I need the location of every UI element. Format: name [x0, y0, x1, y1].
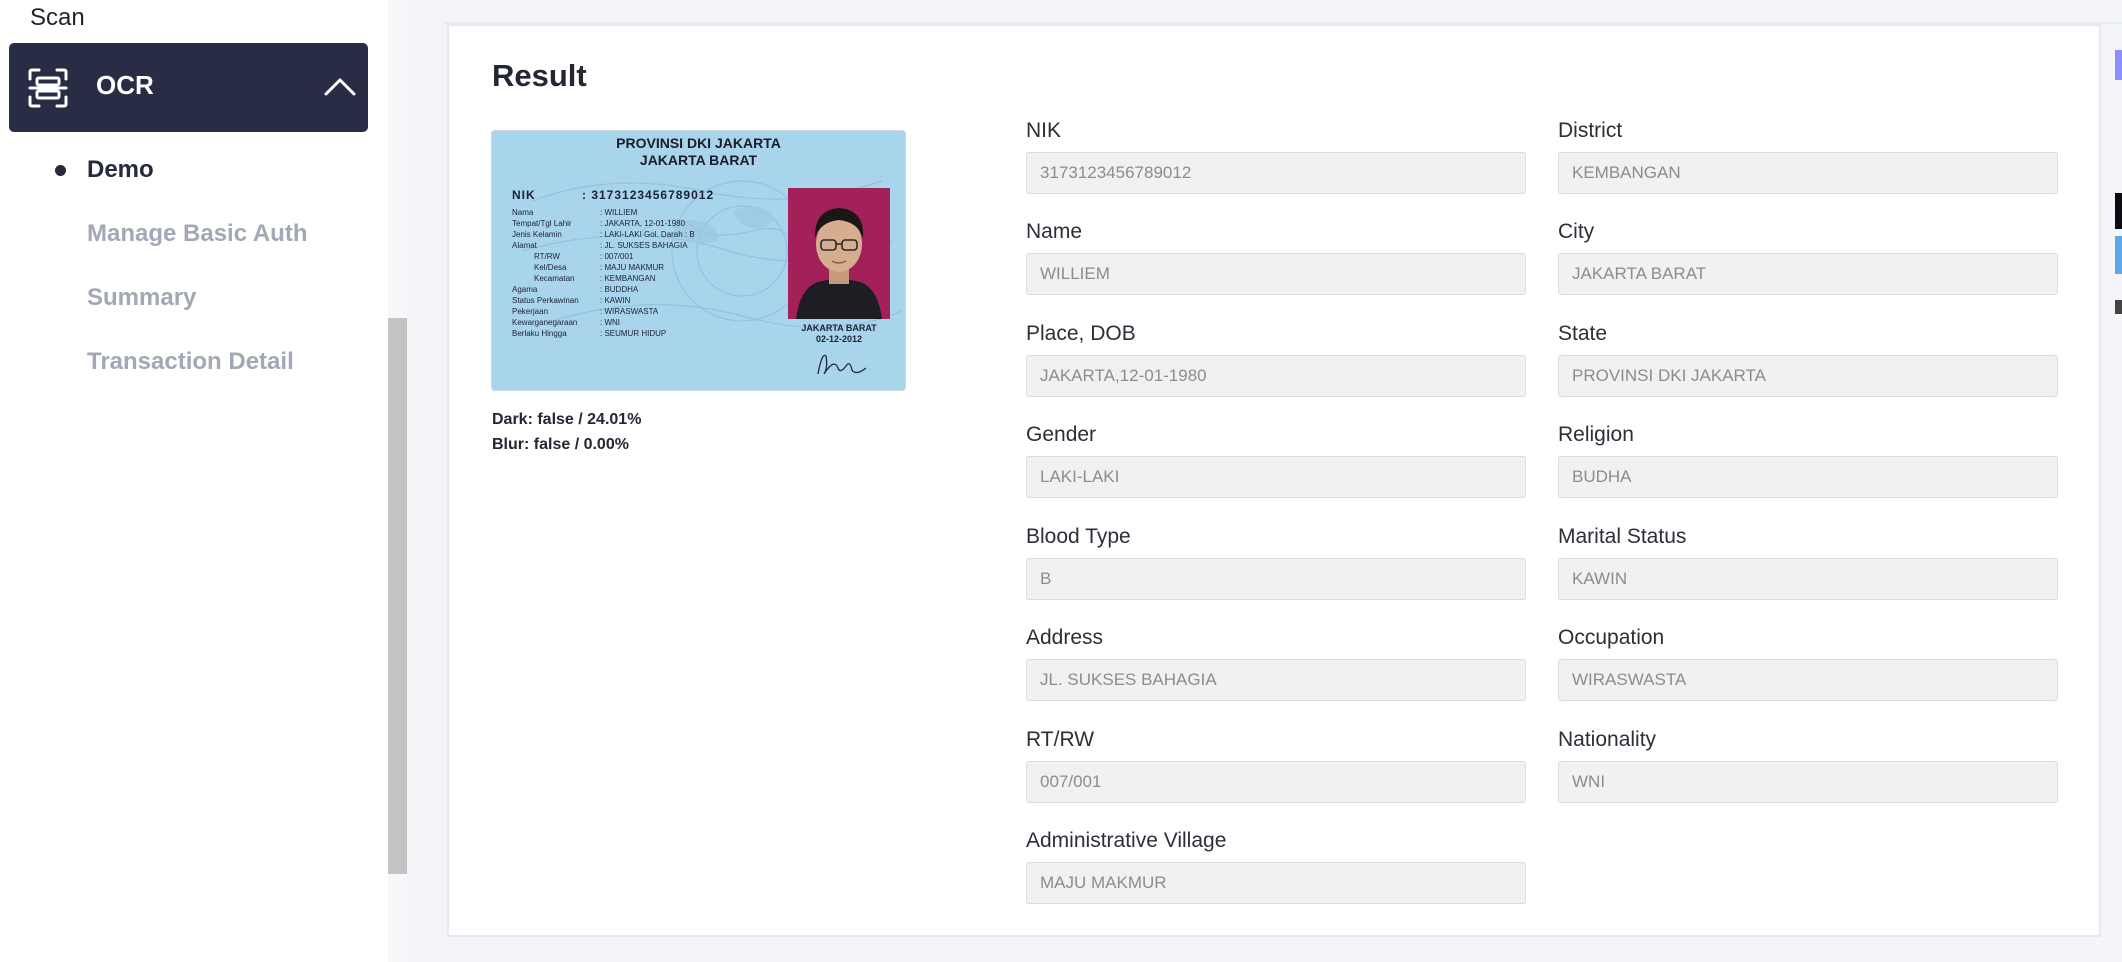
gender-input[interactable]	[1026, 456, 1526, 498]
place-dob-input[interactable]	[1026, 355, 1526, 397]
sidebar-item-demo[interactable]: Demo	[87, 156, 154, 184]
id-card-row: Alamat: JL. SUKSES BAHAGIA	[512, 241, 688, 250]
gender-field: Gender	[1026, 421, 1526, 498]
edge-widget	[2115, 300, 2122, 314]
nationality-field: Nationality	[1558, 726, 2058, 803]
id-card-row: Kel/Desa: MAJU MAKMUR	[534, 263, 664, 272]
occupation-input[interactable]	[1558, 659, 2058, 701]
id-card-row: Jenis Kelamin: LAKI-LAKI Gol. Darah : B	[512, 230, 695, 239]
nationality-input[interactable]	[1558, 761, 2058, 803]
district-field: District	[1558, 117, 2058, 194]
scan-frame-icon	[28, 68, 68, 108]
id-card-image: PROVINSI DKI JAKARTA JAKARTA BARAT NIK: …	[492, 131, 905, 390]
id-card-row: Agama: BUDDHA	[512, 285, 639, 294]
sidebar-item-summary[interactable]: Summary	[87, 284, 196, 312]
edge-widget	[2115, 50, 2122, 80]
id-card-row: Tempat/Tgl Lahir: JAKARTA, 12-01-1980	[512, 219, 686, 228]
name-field: Name	[1026, 218, 1526, 295]
nik-field: NIK	[1026, 117, 1526, 194]
address-field: Address	[1026, 624, 1526, 701]
rt-rw-label: RT/RW	[1026, 728, 1095, 751]
religion-field: Religion	[1558, 421, 2058, 498]
blood-type-input[interactable]	[1026, 558, 1526, 600]
nik-input[interactable]	[1026, 152, 1526, 194]
state-input[interactable]	[1558, 355, 2058, 397]
id-card-row: Berlaku Hingga: SEUMUR HIDUP	[512, 329, 667, 338]
id-card-issue-place: JAKARTA BARAT	[801, 323, 877, 333]
marital-status-field: Marital Status	[1558, 523, 2058, 600]
blood-type-label: Blood Type	[1026, 525, 1131, 548]
place-dob-label: Place, DOB	[1026, 322, 1136, 345]
administrative-village-field: Administrative Village	[1026, 827, 1526, 904]
gender-label: Gender	[1026, 423, 1097, 446]
edge-widget	[2115, 193, 2122, 229]
edge-widget	[2115, 236, 2122, 274]
blur-metric: Blur: false / 0.00%	[492, 436, 629, 453]
signature-icon	[817, 354, 867, 375]
religion-input[interactable]	[1558, 456, 2058, 498]
address-label: Address	[1026, 626, 1104, 649]
state-field: State	[1558, 320, 2058, 397]
marital-status-label: Marital Status	[1558, 525, 1687, 548]
sidebar-item-transaction-detail[interactable]: Transaction Detail	[87, 348, 294, 376]
rt-rw-field: RT/RW	[1026, 726, 1526, 803]
sidebar-item-manage-basic-auth[interactable]: Manage Basic Auth	[87, 220, 308, 248]
chevron-up-icon[interactable]	[323, 75, 357, 99]
id-card-row: Nama: WILLIEM	[512, 208, 638, 217]
place-dob-field: Place, DOB	[1026, 320, 1526, 397]
address-input[interactable]	[1026, 659, 1526, 701]
occupation-field: Occupation	[1558, 624, 2058, 701]
id-card-photo	[788, 188, 890, 319]
city-label: City	[1558, 220, 1595, 243]
administrative-village-label: Administrative Village	[1026, 829, 1227, 852]
id-card-row: Kecamatan: KEMBANGAN	[534, 274, 656, 283]
id-card-nik: NIK: 3173123456789012	[512, 188, 715, 202]
nationality-label: Nationality	[1558, 728, 1657, 751]
sidebar-section-label: Scan	[30, 4, 85, 31]
name-label: Name	[1026, 220, 1083, 243]
rt-rw-input[interactable]	[1026, 761, 1526, 803]
city-field: City	[1558, 218, 2058, 295]
administrative-village-input[interactable]	[1026, 862, 1526, 904]
sidebar-group-ocr[interactable]: OCR	[9, 43, 368, 132]
id-card-province: PROVINSI DKI JAKARTA	[616, 135, 781, 151]
religion-label: Religion	[1558, 423, 1634, 446]
state-label: State	[1558, 322, 1608, 345]
occupation-label: Occupation	[1558, 626, 1665, 649]
id-card-row: Kewarganegaraan: WNI	[512, 318, 620, 327]
top-divider	[443, 0, 2122, 24]
dark-metric: Dark: false / 24.01%	[492, 411, 642, 428]
district-label: District	[1558, 119, 1623, 142]
id-card-issue-date: 02-12-2012	[815, 334, 863, 344]
sidebar-group-title: OCR	[96, 70, 154, 100]
id-card-row: RT/RW: 007/001	[534, 252, 634, 261]
id-card-row: Status Perkawinan: KAWIN	[512, 296, 631, 305]
city-input[interactable]	[1558, 253, 2058, 295]
sidebar-scrollbar-thumb[interactable]	[388, 318, 407, 874]
active-bullet-icon	[55, 165, 66, 176]
id-card-city: JAKARTA BARAT	[639, 152, 758, 168]
id-card-row: Pekerjaan: WIRASWASTA	[512, 307, 659, 316]
page-title: Result	[492, 58, 587, 93]
name-input[interactable]	[1026, 253, 1526, 295]
marital-status-input[interactable]	[1558, 558, 2058, 600]
nik-label: NIK	[1026, 119, 1062, 142]
blood-type-field: Blood Type	[1026, 523, 1526, 600]
sidebar: Scan OCR Demo Manage Basic Auth Summary …	[0, 0, 388, 962]
district-input[interactable]	[1558, 152, 2058, 194]
